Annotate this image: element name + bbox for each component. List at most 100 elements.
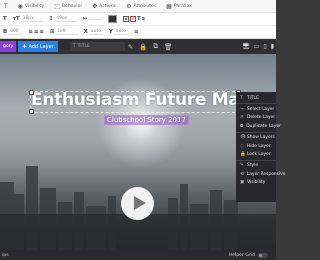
menu-item-lock-layer[interactable]: 🔒 Lock Layer — [236, 150, 276, 158]
caps-icon[interactable]: ꜱ — [142, 16, 145, 22]
menu-item-label: Style — [247, 163, 259, 169]
notebook-icon[interactable]: ▭ — [254, 43, 260, 50]
text-icon: T — [240, 95, 243, 101]
add-layer-button[interactable]: ✚ Add Layer — [18, 41, 58, 52]
tab-parallax[interactable]: ▦ Parallax — [162, 3, 198, 10]
menu-item-duplicate-layer[interactable]: ⧉ Duplicate Layer — [236, 122, 281, 130]
y-field[interactable]: Y auto — [109, 29, 128, 35]
font-size-value: 18px — [20, 16, 43, 22]
mobile-icon[interactable]: ▮ — [271, 43, 274, 50]
lock-icon: 🔒 — [240, 152, 246, 158]
tab-behavior-label: Behavior — [61, 3, 83, 9]
footer-left-label: ips — [2, 252, 9, 258]
align-center-icon[interactable]: ≡ — [34, 29, 39, 35]
menu-item-layer-responsive[interactable]: ⟲ Layer Responsive — [236, 170, 285, 178]
menu-divider — [236, 131, 276, 133]
align-square-icon[interactable]: ▪ — [122, 16, 129, 22]
context-menu-title-label: TITLE — [247, 95, 259, 101]
helper-grid-toggle[interactable] — [258, 252, 268, 258]
gear-icon: ⚙ — [126, 2, 132, 10]
category-button[interactable]: gory — [0, 41, 17, 52]
line-height-icon: ↕ — [48, 16, 54, 22]
tab-visibility-label: Visibility — [24, 3, 45, 9]
city-skyline — [0, 166, 276, 250]
align-field[interactable]: ⊞ Left — [50, 29, 78, 35]
menu-item-delete-layer[interactable]: ✕ Delete Layer — [236, 114, 276, 122]
tablet-icon[interactable]: ▯ — [263, 43, 266, 50]
text-color-picker[interactable] — [107, 15, 117, 23]
tab-attributes[interactable]: ⚙ Attributes — [122, 3, 162, 10]
text-icon: T — [3, 16, 7, 22]
resize-handle[interactable] — [29, 90, 34, 95]
menu-item-label: Layer Responsive — [246, 171, 286, 177]
tab-visibility[interactable]: ◉ Visibility — [14, 3, 51, 10]
font-size-icon: ᴛT — [12, 16, 20, 22]
lock-icon[interactable]: 🔒 — [139, 43, 147, 51]
line-height-value: 48px — [54, 16, 77, 22]
position-toolbar: B 800 ≡ ≡ ≡ ⊞ Left X auto Y auto ≡ — [0, 26, 276, 39]
menu-icon[interactable]: ≡ — [134, 29, 139, 35]
context-menu-title: T TITLE — [236, 94, 276, 102]
tab-behavior[interactable]: ⬚ Behavior — [50, 3, 88, 10]
tab-parallax-label: Parallax — [173, 3, 192, 9]
extra-controls: ≡ — [134, 29, 139, 35]
menu-item-style[interactable]: ✎ Style — [236, 162, 276, 170]
edit-icon[interactable]: ✎ — [128, 43, 133, 51]
x-field[interactable]: X auto — [84, 29, 103, 35]
color-swatch — [107, 15, 117, 23]
brush-icon: ✎ — [240, 163, 244, 169]
font-weight-value: 800 — [8, 29, 23, 35]
x-value: auto — [88, 29, 103, 35]
add-layer-label: Add Layer — [28, 43, 54, 50]
editor-footer: ips Helper Grid — [0, 250, 276, 260]
menu-divider — [236, 103, 276, 105]
menu-item-visibility[interactable]: ▣ Visibility — [236, 179, 276, 187]
typography-toolbar: T ᴛT 18px ↕ 48px ↔ ▪ × T ꜱ — [0, 13, 276, 26]
y-icon: Y — [108, 29, 113, 35]
menu-item-label: Show Layers — [247, 135, 275, 141]
font-family-field[interactable]: T — [3, 16, 7, 22]
menu-item-label: Delete Layer — [247, 115, 276, 121]
behavior-icon: ⬚ — [54, 2, 60, 10]
letter-spacing-value — [87, 18, 102, 20]
slide-canvas[interactable]: Enthusiasm Future Ma Clubschool Story 20… — [0, 54, 276, 250]
delete-icon: ✕ — [240, 115, 244, 121]
tab-actions[interactable]: ✥ Actions — [88, 3, 122, 10]
bold-icon: B — [3, 29, 8, 35]
tab-style[interactable]: T — [0, 3, 14, 10]
text-icon: T — [4, 2, 8, 10]
menu-item-select-layer[interactable]: → Select Layer — [236, 105, 276, 113]
plus-icon: ✚ — [22, 43, 27, 50]
text-align-controls: ▪ × T ꜱ — [122, 16, 145, 22]
font-weight-field[interactable]: B 800 — [3, 29, 23, 35]
position-icon: ⊞ — [50, 29, 55, 35]
layer-selection-box — [29, 90, 241, 114]
editor-bar: gory ✚ Add Layer T TITLE ✎ 🔒 ⧉ 🗑 🖥 ▭ ▯ ▮ — [0, 39, 276, 54]
menu-item-hide-layer[interactable]: ◌ Hide Layer — [236, 142, 276, 150]
desktop-icon[interactable]: 🖥 — [242, 43, 250, 50]
tab-attributes-label: Attributes — [133, 3, 157, 9]
select-icon: → — [240, 107, 244, 113]
layer-type-label: TITLE — [77, 44, 91, 49]
close-icon[interactable]: × — [129, 16, 136, 22]
menu-item-label: Hide Layer — [247, 143, 271, 149]
subtitle-layer[interactable]: Clubschool Story 2017 — [104, 115, 189, 125]
menu-item-show-layers[interactable]: 👁 Show Layers — [236, 134, 276, 142]
duplicate-icon[interactable]: ⧉ — [153, 42, 158, 51]
delete-icon[interactable]: 🗑 — [164, 43, 172, 51]
font-size-field[interactable]: ᴛT 18px — [13, 16, 43, 22]
layer-context-menu: T TITLE → Select Layer ✕ Delete Layer ⧉ … — [236, 92, 285, 202]
resize-handle[interactable] — [29, 109, 34, 114]
letter-icon[interactable]: T — [137, 16, 141, 22]
responsive-icon: ⟲ — [240, 171, 244, 177]
text-align-buttons: ≡ ≡ ≡ — [28, 29, 44, 35]
menu-item-label: Lock Layer — [247, 152, 271, 158]
align-right-icon[interactable]: ≡ — [39, 29, 44, 35]
menu-item-label: Visibility — [247, 180, 266, 186]
layer-name-field[interactable]: T TITLE — [69, 42, 125, 51]
letter-spacing-field[interactable]: ↔ — [82, 16, 102, 22]
play-button[interactable] — [121, 187, 154, 220]
line-height-field[interactable]: ↕ 48px — [49, 16, 77, 22]
align-left-icon[interactable]: ≡ — [28, 29, 33, 35]
parallax-icon: ▦ — [166, 2, 172, 10]
